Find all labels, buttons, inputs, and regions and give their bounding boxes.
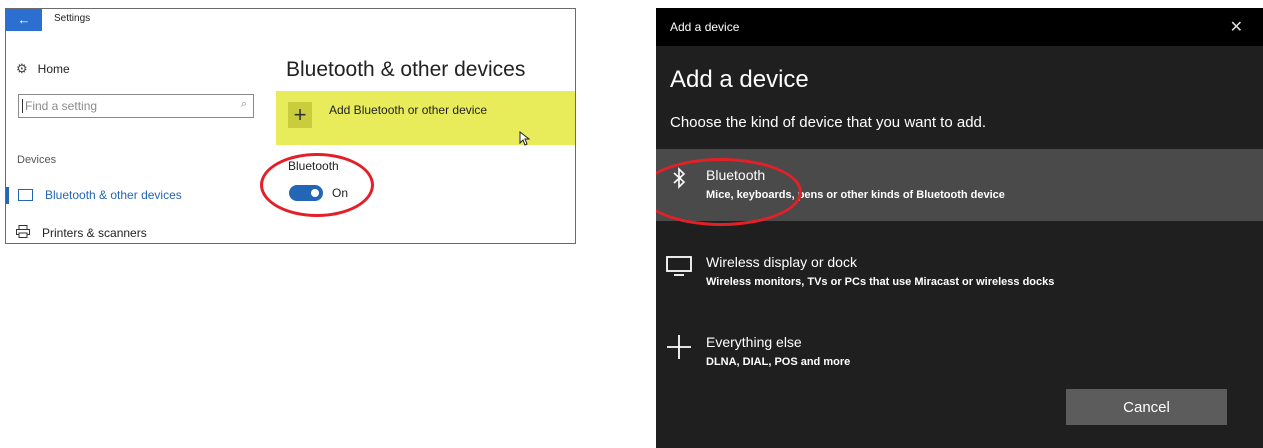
text-caret [22, 99, 23, 113]
dialog-titlebar: Add a device ✕ [656, 8, 1263, 46]
dialog-title: Add a device [670, 20, 740, 34]
settings-window: ← Settings ⚙ Home Find a setting ⌕ Devic… [5, 8, 576, 244]
option-wireless-display[interactable]: Wireless display or dock Wireless monito… [656, 236, 1263, 308]
option-description: DLNA, DIAL, POS and more [706, 356, 851, 368]
add-device-dialog: Add a device ✕ Add a device Choose the k… [656, 8, 1263, 448]
search-icon: ⌕ [240, 98, 247, 110]
mouse-pointer-icon [519, 130, 531, 149]
settings-titlebar: ← Settings [6, 9, 575, 31]
search-input[interactable]: Find a setting ⌕ [18, 94, 254, 118]
annotation-ellipse-toggle [260, 153, 374, 217]
add-device-button[interactable]: + Add Bluetooth or other device [276, 91, 575, 146]
back-arrow-icon: ← [17, 12, 31, 27]
bluetooth-devices-icon [18, 189, 33, 201]
sidebar-item-bluetooth[interactable]: Bluetooth & other devices [6, 185, 182, 205]
sidebar-item-label: Printers & scanners [42, 226, 147, 240]
printer-icon [16, 225, 30, 241]
option-description: Wireless monitors, TVs or PCs that use M… [706, 276, 1055, 288]
dialog-heading: Add a device [670, 66, 809, 93]
home-nav-item[interactable]: ⚙ Home [16, 61, 70, 77]
close-icon[interactable]: ✕ [1230, 17, 1243, 37]
window-title: Settings [54, 13, 91, 24]
option-everything-else[interactable]: Everything else DLNA, DIAL, POS and more [656, 316, 1263, 388]
section-label: Devices [17, 154, 57, 166]
sidebar-item-printers[interactable]: Printers & scanners [16, 225, 147, 241]
gear-icon: ⚙ [16, 61, 28, 76]
page-title: Bluetooth & other devices [286, 58, 526, 81]
sidebar-item-label: Bluetooth & other devices [45, 188, 182, 202]
home-label: Home [37, 62, 70, 76]
monitor-icon [666, 254, 692, 284]
back-button[interactable]: ← [6, 9, 42, 31]
option-title: Everything else [706, 334, 802, 350]
search-placeholder: Find a setting [25, 99, 98, 113]
plus-icon [666, 334, 692, 364]
add-device-label: Add Bluetooth or other device [329, 103, 488, 117]
dialog-subtitle: Choose the kind of device that you want … [670, 114, 987, 131]
selection-indicator [6, 186, 9, 204]
option-title: Wireless display or dock [706, 254, 857, 270]
cancel-button[interactable]: Cancel [1066, 389, 1227, 425]
plus-icon: + [288, 102, 312, 128]
